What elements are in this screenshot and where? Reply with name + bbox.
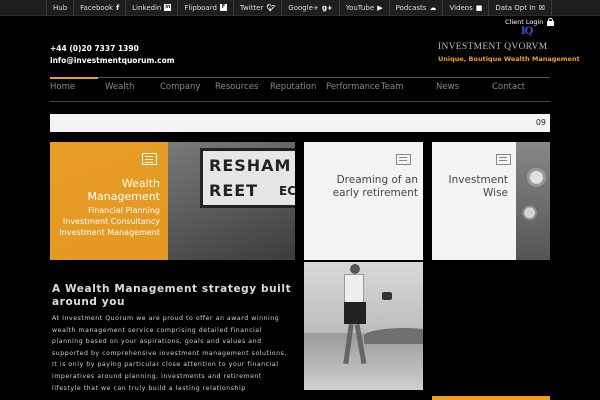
topbar-link-label: Twitter (239, 3, 264, 12)
topbar-link-label: Podcasts (395, 3, 427, 12)
topbar-link-facebook[interactable]: Facebook f (74, 0, 127, 16)
document-icon (496, 154, 511, 165)
ticker-number: 09 (535, 118, 546, 127)
retirement-tile-title: Dreaming of an early retirement (332, 174, 418, 199)
topbar-link-label: Linkedin (132, 3, 162, 12)
topbar-link-googleplus[interactable]: Google+ g+ (282, 0, 340, 16)
nav-item-performance[interactable]: Performance (326, 82, 380, 92)
investment-wise-tile[interactable]: Investment Wise (432, 142, 550, 260)
document-icon (142, 153, 157, 165)
video-camera-icon: ■ (475, 3, 483, 12)
nav-item-contact[interactable]: Contact (492, 82, 525, 92)
document-icon (396, 154, 411, 165)
wealth-tile-links: Financial Planning Investment Consultanc… (59, 205, 160, 238)
topbar-link-label: Hub (53, 3, 68, 12)
street-sign-image: RESHAM REET EC2 (200, 148, 295, 208)
nav-item-home[interactable]: Home (50, 82, 75, 92)
nav-item-company[interactable]: Company (160, 82, 200, 92)
link-investment-consultancy[interactable]: Investment Consultancy (59, 216, 160, 227)
youtube-icon: ▶ (377, 3, 383, 12)
wealth-management-tile[interactable]: RESHAM REET EC2 Wealth Management Financ… (50, 142, 295, 260)
phone-number[interactable]: +44 (0)20 7337 1390 (50, 43, 175, 55)
cloud-icon: ☁ (429, 3, 437, 12)
early-retirement-tile[interactable]: Dreaming of an early retirement (304, 142, 423, 260)
coins-photo (516, 142, 550, 260)
logo-tagline: Unique, Boutique Wealth Management (438, 55, 580, 63)
googleplus-icon: g+ (321, 3, 333, 12)
topbar-link-label: Google+ (288, 3, 319, 12)
nav-item-team[interactable]: Team (381, 82, 403, 92)
topbar-link-linkedin[interactable]: Linkedin in (126, 0, 179, 16)
nav-item-reputation[interactable]: Reputation (270, 82, 316, 92)
nav-item-news[interactable]: News (436, 82, 459, 92)
topbar-link-data-opt-in[interactable]: Data Opt In ☒ (489, 0, 552, 16)
topbar-link-label: Data Opt In (495, 3, 536, 12)
topbar-link-label: Facebook (80, 3, 114, 12)
topbar-link-label: Flipboard (184, 3, 217, 12)
linkedin-icon: in (164, 4, 172, 11)
nav-item-wealth[interactable]: Wealth (105, 82, 134, 92)
email-link[interactable]: info@investmentquorum.com (50, 55, 175, 67)
investment-tile-title: Investment Wise (448, 174, 508, 199)
client-login-label: Client Login (505, 18, 544, 26)
walking-man-figure (336, 264, 372, 374)
orange-tile-edge (432, 396, 550, 400)
wealth-tile-title: Wealth Management (87, 177, 160, 203)
logo-mark[interactable]: IQ (521, 26, 533, 37)
main-nav: Home Wealth Company Resources Reputation… (50, 82, 550, 96)
topbar-link-hub[interactable]: Hub (46, 0, 75, 16)
topbar-link-twitter[interactable]: Twitter 🐦︎ (234, 0, 283, 16)
logo-title[interactable]: INVESTMENT QVORVM (438, 42, 547, 52)
article-body: At Investment Quorum we are proud to off… (52, 315, 287, 392)
news-ticker[interactable]: 09 (50, 114, 550, 132)
topbar-link-podcasts[interactable]: Podcasts ☁ (390, 0, 444, 16)
headland-shape (364, 328, 423, 344)
wealth-overlay: Wealth Management Financial Planning Inv… (50, 142, 168, 260)
topbar-link-youtube[interactable]: YouTube ▶ (340, 0, 390, 16)
topbar-link-videos[interactable]: Videos ■ (443, 0, 490, 16)
link-investment-management[interactable]: Investment Management (59, 227, 160, 238)
street-sign-line1: RESHAM (209, 156, 292, 175)
social-topbar: Hub Facebook f Linkedin in Flipboard F Twit… (0, 0, 600, 16)
street-sign-code: EC2 (279, 184, 295, 198)
nav-item-resources[interactable]: Resources (215, 82, 258, 92)
nav-divider (50, 77, 550, 78)
beach-walk-photo (304, 262, 423, 390)
street-sign-line2: REET (209, 181, 259, 200)
article-heading: A Wealth Management strategy built aroun… (52, 283, 292, 308)
flipboard-icon: F (219, 4, 227, 11)
shoes-in-hand (382, 292, 392, 300)
topbar-link-flipboard[interactable]: Flipboard F (178, 0, 234, 16)
nav-active-indicator (50, 77, 98, 79)
link-financial-planning[interactable]: Financial Planning (59, 205, 160, 216)
contact-info: +44 (0)20 7337 1390 info@investmentquoru… (50, 43, 175, 67)
lock-icon (547, 18, 555, 26)
topbar-link-label: Videos (449, 3, 473, 12)
checkbox-icon: ☒ (538, 3, 545, 12)
topbar-link-label: YouTube (345, 3, 375, 12)
facebook-icon: f (116, 3, 120, 12)
twitter-icon: 🐦︎ (266, 3, 276, 12)
client-login-link[interactable]: Client Login (505, 18, 555, 26)
nav-divider-bottom (50, 101, 550, 102)
